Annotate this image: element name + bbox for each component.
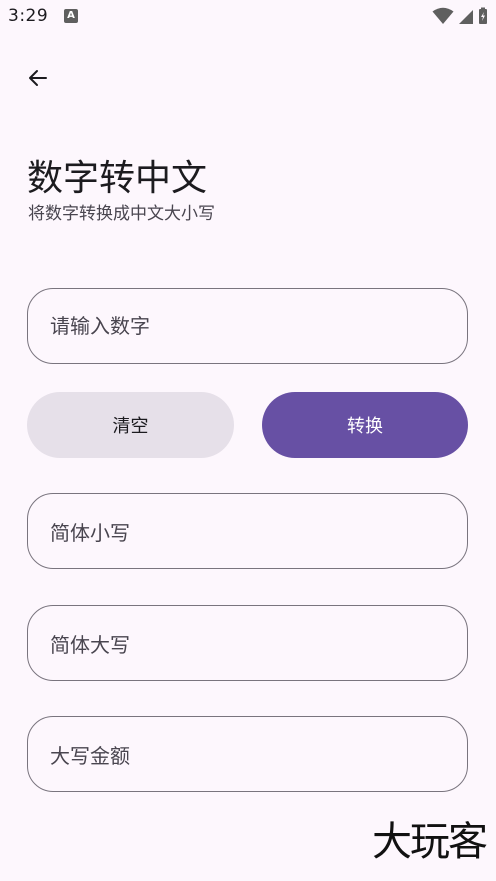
number-input-field[interactable]	[27, 288, 468, 364]
simplified-upper-label: 简体大写	[50, 632, 130, 657]
amount-upper-field[interactable]: 大写金额	[27, 716, 468, 792]
arrow-left-icon	[29, 70, 47, 86]
notification-icon: A	[64, 9, 78, 23]
simplified-lower-label: 简体小写	[50, 520, 130, 545]
convert-button[interactable]: 转换	[262, 392, 468, 458]
simplified-lower-field[interactable]: 简体小写	[27, 493, 468, 569]
clear-button[interactable]: 清空	[27, 392, 234, 458]
simplified-upper-field[interactable]: 简体大写	[27, 605, 468, 681]
status-time: 3:29	[8, 6, 49, 26]
watermark-logo: 大玩客	[372, 819, 488, 865]
status-bar: 3:29 A	[0, 0, 496, 34]
number-input[interactable]	[50, 314, 467, 338]
battery-icon	[479, 7, 487, 24]
status-icons	[432, 6, 488, 26]
wifi-icon	[432, 7, 454, 24]
page-subtitle: 将数字转换成中文大小写	[28, 204, 215, 224]
signal-icon	[459, 10, 473, 24]
app-screen: 3:29 A 数字转中文 将数字转换成中文大小写 清空 转换	[0, 0, 496, 881]
page-title: 数字转中文	[27, 158, 208, 199]
amount-upper-label: 大写金额	[50, 743, 130, 768]
back-button[interactable]	[18, 58, 58, 98]
